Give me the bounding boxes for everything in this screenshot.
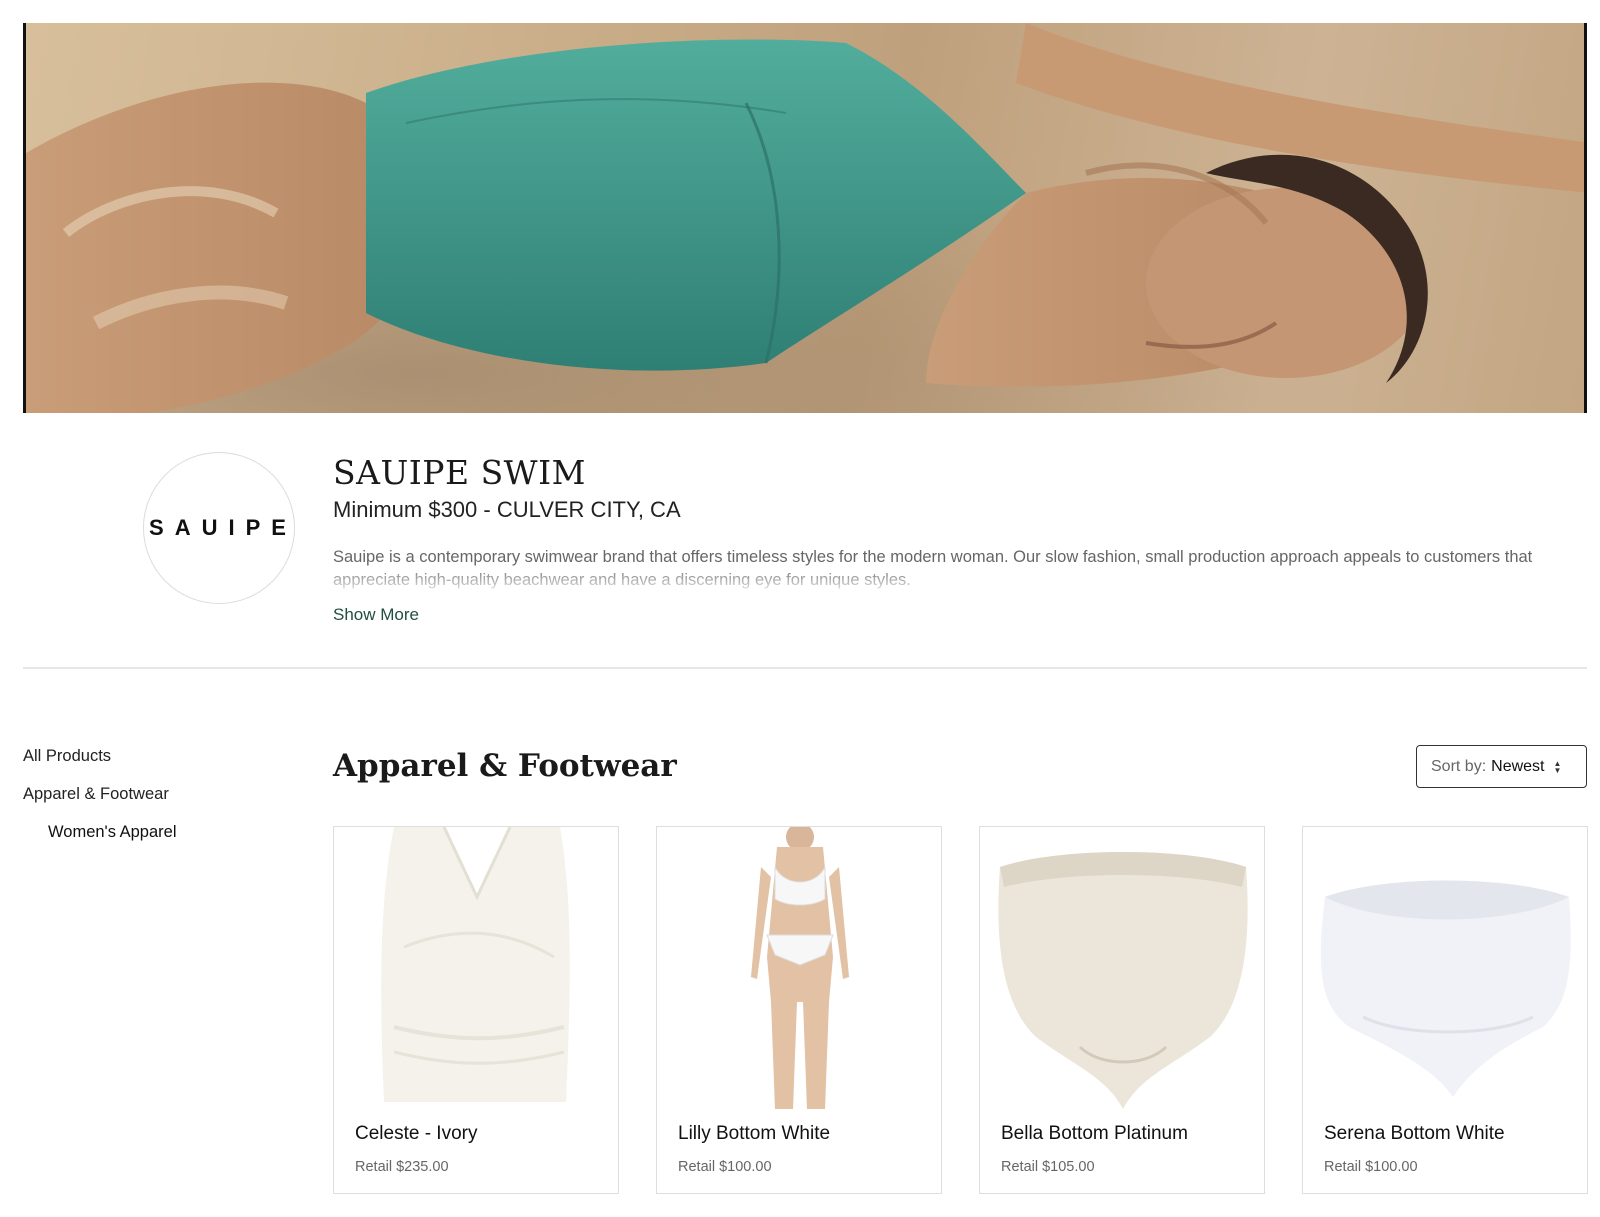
product-name: Lilly Bottom White xyxy=(678,1123,831,1144)
category-sidebar: All Products Apparel & Footwear Women's … xyxy=(23,745,303,859)
product-image xyxy=(980,827,1264,1109)
product-card[interactable]: Bella Bottom Platinum Retail $105.00 xyxy=(979,826,1265,1194)
section-title: Apparel & Footwear xyxy=(333,748,677,784)
product-name: Celeste - Ivory xyxy=(355,1123,478,1144)
product-image xyxy=(1303,827,1587,1109)
sort-chevron-icon: ▲ ▼ xyxy=(1553,758,1562,775)
sort-value: Newest xyxy=(1491,757,1545,775)
hero-banner xyxy=(23,23,1587,413)
product-card[interactable]: Celeste - Ivory Retail $235.00 xyxy=(333,826,619,1194)
product-image xyxy=(657,827,941,1109)
brand-name: SAUIPE SWIM xyxy=(333,453,586,492)
show-more-link[interactable]: Show More xyxy=(333,605,419,625)
product-price: Retail $235.00 xyxy=(355,1159,449,1175)
product-price: Retail $105.00 xyxy=(1001,1159,1095,1175)
sort-label: Sort by: xyxy=(1431,757,1487,775)
section-divider xyxy=(23,667,1587,669)
hero-image xyxy=(26,23,1584,413)
brand-logo-text: SAUIPE xyxy=(149,515,295,540)
brand-logo: SAUIPE xyxy=(143,452,295,604)
product-card[interactable]: Serena Bottom White Retail $100.00 xyxy=(1302,826,1588,1194)
sidebar-item-all-products[interactable]: All Products xyxy=(23,745,303,783)
brand-header: SAUIPE SAUIPE SWIM Minimum $300 - CULVER… xyxy=(0,413,1600,668)
product-image xyxy=(334,827,618,1109)
product-price: Retail $100.00 xyxy=(678,1159,772,1175)
product-name: Bella Bottom Platinum xyxy=(1001,1123,1188,1144)
product-grid: Celeste - Ivory Retail $235.00 Lilly Bot… xyxy=(333,826,1588,1196)
description-fade xyxy=(333,571,1588,595)
brand-minimum-location: Minimum $300 - CULVER CITY, CA xyxy=(333,497,681,522)
product-name: Serena Bottom White xyxy=(1324,1123,1505,1144)
product-price: Retail $100.00 xyxy=(1324,1159,1418,1175)
sidebar-item-womens-apparel[interactable]: Women's Apparel xyxy=(23,821,303,859)
sidebar-item-apparel-footwear[interactable]: Apparel & Footwear xyxy=(23,783,303,821)
product-card[interactable]: Lilly Bottom White Retail $100.00 xyxy=(656,826,942,1194)
sort-dropdown[interactable]: Sort by: Newest ▲ ▼ xyxy=(1416,745,1587,788)
